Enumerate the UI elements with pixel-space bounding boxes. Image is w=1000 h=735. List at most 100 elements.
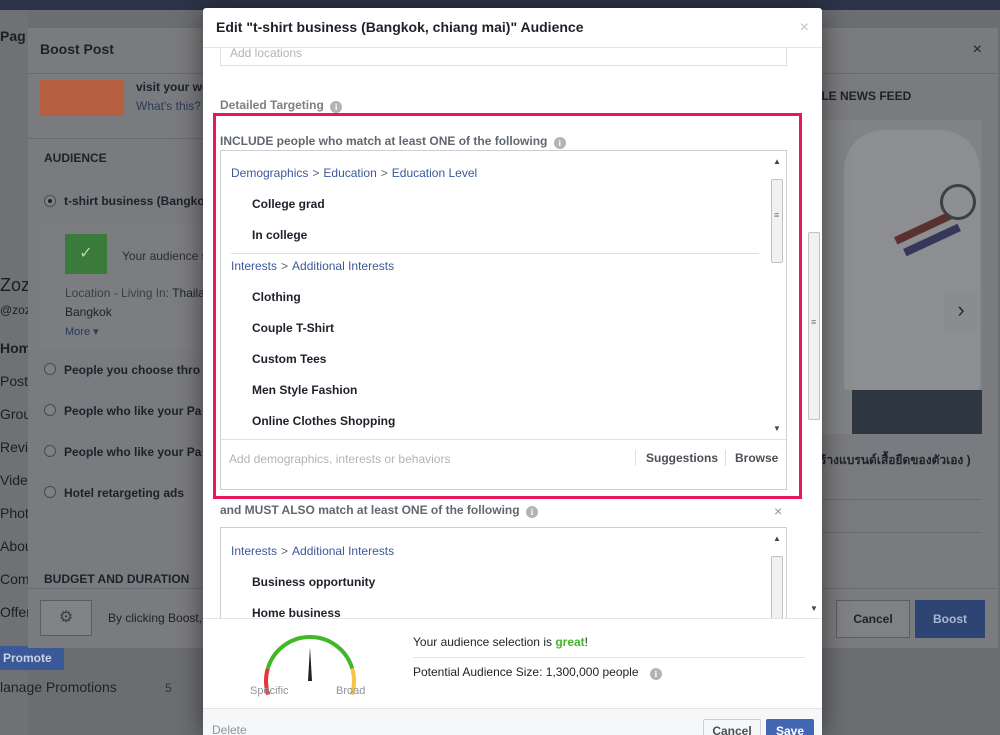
audience-option-label[interactable]: t-shirt business (Bangko xyxy=(64,194,205,208)
scroll-up-icon[interactable]: ▲ xyxy=(773,157,781,166)
location-city: Bangkok xyxy=(65,305,112,319)
targeting-item[interactable]: Business opportunity xyxy=(252,575,375,589)
info-icon[interactable]: i xyxy=(553,137,566,149)
save-button[interactable]: Save xyxy=(766,719,814,735)
audience-radio[interactable] xyxy=(44,445,56,457)
edit-audience-dialog: Edit "t-shirt business (Bangkok, chiang … xyxy=(203,8,822,735)
selection-prefix: Your audience selection is xyxy=(413,635,556,649)
include-targeting-box: Demographics > Education > Education Level C… xyxy=(220,150,787,490)
close-icon[interactable]: × xyxy=(800,19,809,37)
boost-button[interactable]: Boost xyxy=(915,600,985,638)
post-preview-text: visit your we xyxy=(136,80,209,94)
manage-promotions-link[interactable]: lanage Promotions xyxy=(0,679,117,695)
location-summary: Location - Living In: Thaila xyxy=(65,286,205,300)
cancel-button[interactable]: Cancel xyxy=(703,719,761,735)
targeting-item[interactable]: In college xyxy=(252,228,307,242)
post-image: › xyxy=(822,120,982,434)
targeting-add-row: Add demographics, interests or behaviors… xyxy=(221,439,786,475)
must-also-text: and MUST ALSO match at least ONE of the … xyxy=(220,503,520,517)
left-nav-label: @zoz xyxy=(0,303,31,317)
category-link[interactable]: Interests xyxy=(231,544,277,558)
audience-radio[interactable] xyxy=(44,363,56,375)
dialog-scrollbar[interactable]: ▼ xyxy=(806,48,822,618)
audience-section-header: AUDIENCE xyxy=(28,138,204,178)
scrollbar-thumb[interactable] xyxy=(771,179,783,263)
soccer-ball-graphic xyxy=(940,184,976,220)
jeans-shape xyxy=(852,390,982,434)
promotions-count: 5 xyxy=(165,681,172,695)
dialog-header: Edit "t-shirt business (Bangkok, chiang … xyxy=(203,8,822,48)
close-icon[interactable]: × xyxy=(774,503,782,519)
dialog-body: Add locations Detailed Targeting i INCLU… xyxy=(203,48,822,618)
audience-heading: AUDIENCE xyxy=(44,151,107,165)
category-link[interactable]: Demographics xyxy=(231,166,308,180)
targeting-scrollbar[interactable]: ▲ xyxy=(769,534,785,618)
scrollbar-thumb[interactable] xyxy=(808,232,820,420)
detailed-targeting-text: Detailed Targeting xyxy=(220,98,324,112)
selection-status: Your audience selection is great! xyxy=(413,635,588,649)
targeting-item[interactable]: Men Style Fashion xyxy=(252,383,357,397)
detailed-targeting-label: Detailed Targeting i xyxy=(220,98,343,113)
post-caption: ร้างแบรนด์เสื้อยืดของตัวเอง ) xyxy=(820,453,971,467)
locations-input[interactable]: Add locations xyxy=(220,48,787,66)
include-text: INCLUDE people who match at least ONE of… xyxy=(220,134,548,148)
targeting-list: Demographics > Education > Education Level C… xyxy=(221,151,770,439)
category-link[interactable]: Interests xyxy=(231,259,277,273)
category-link[interactable]: Education Level xyxy=(392,166,477,180)
gauge-broad-label: Broad xyxy=(336,685,366,697)
whats-this-link[interactable]: What's this? xyxy=(136,99,201,113)
info-icon[interactable]: i xyxy=(649,668,662,680)
potential-audience-text: Potential Audience Size: 1,300,000 peopl… xyxy=(413,665,639,679)
cancel-button[interactable]: Cancel xyxy=(836,600,910,638)
audience-meter: Specific Broad Your audience selection i… xyxy=(203,618,822,708)
group-divider xyxy=(231,253,759,254)
delete-link[interactable]: Delete xyxy=(212,723,247,735)
targeting-item[interactable]: Clothing xyxy=(252,290,301,304)
info-icon[interactable]: i xyxy=(525,506,538,518)
browse-button[interactable]: Browse xyxy=(725,450,778,466)
audience-option-label[interactable]: People who like your Pa xyxy=(64,445,201,459)
targeting-item[interactable]: Couple T-Shirt xyxy=(252,321,334,335)
left-nav-label[interactable]: Grou xyxy=(0,406,31,422)
audience-option-label[interactable]: People who like your Pa xyxy=(64,404,201,418)
budget-heading: BUDGET AND DURATION xyxy=(44,572,190,586)
scroll-up-icon[interactable]: ▲ xyxy=(773,534,781,543)
category-link[interactable]: Additional Interests xyxy=(292,259,394,273)
audience-radio[interactable] xyxy=(44,195,56,207)
scroll-down-icon[interactable]: ▼ xyxy=(773,424,781,433)
audience-option-label[interactable]: Hotel retargeting ads xyxy=(64,486,184,500)
tshirt-shape xyxy=(844,130,980,390)
check-icon: ✓ xyxy=(65,234,107,274)
category-link[interactable]: Education xyxy=(323,166,376,180)
category-link[interactable]: Additional Interests xyxy=(292,544,394,558)
targeting-item[interactable]: Online Clothes Shopping xyxy=(252,414,395,428)
info-icon[interactable]: i xyxy=(330,101,343,113)
targeting-item[interactable]: Home business xyxy=(252,606,341,618)
audience-radio[interactable] xyxy=(44,404,56,416)
selection-suffix: ! xyxy=(584,635,589,649)
left-nav-label[interactable]: Offer xyxy=(0,604,31,620)
gear-icon[interactable]: ⚙ xyxy=(40,600,92,636)
terms-text: By clicking Boost, xyxy=(108,611,203,625)
promote-button[interactable]: Promote xyxy=(0,646,64,670)
chevron-right-icon[interactable]: › xyxy=(944,290,978,330)
audience-radio[interactable] xyxy=(44,486,56,498)
targeting-category-path: Interests > Additional Interests xyxy=(231,259,395,273)
meter-divider xyxy=(413,657,805,658)
audience-option-label[interactable]: People you choose thro xyxy=(64,363,200,377)
close-icon[interactable]: × xyxy=(973,41,982,59)
targeting-item[interactable]: College grad xyxy=(252,197,325,211)
more-link[interactable]: More ▾ xyxy=(65,325,99,338)
targeting-item[interactable]: Custom Tees xyxy=(252,352,326,366)
scrollbar-thumb[interactable] xyxy=(771,556,783,618)
selection-value: great xyxy=(555,635,585,649)
targeting-category-path: Demographics > Education > Education Level xyxy=(231,166,478,180)
suggestions-button[interactable]: Suggestions xyxy=(635,450,718,466)
left-nav-label[interactable]: Hom xyxy=(0,340,31,356)
must-also-label: and MUST ALSO match at least ONE of the … xyxy=(220,503,538,518)
news-feed-label: ILE NEWS FEED xyxy=(818,89,912,103)
scroll-down-icon[interactable]: ▼ xyxy=(810,604,818,613)
targeting-search-input[interactable]: Add demographics, interests or behaviors xyxy=(229,452,450,466)
targeting-scrollbar[interactable]: ▲ ▼ xyxy=(769,157,785,433)
post-thumbnail xyxy=(40,80,124,116)
